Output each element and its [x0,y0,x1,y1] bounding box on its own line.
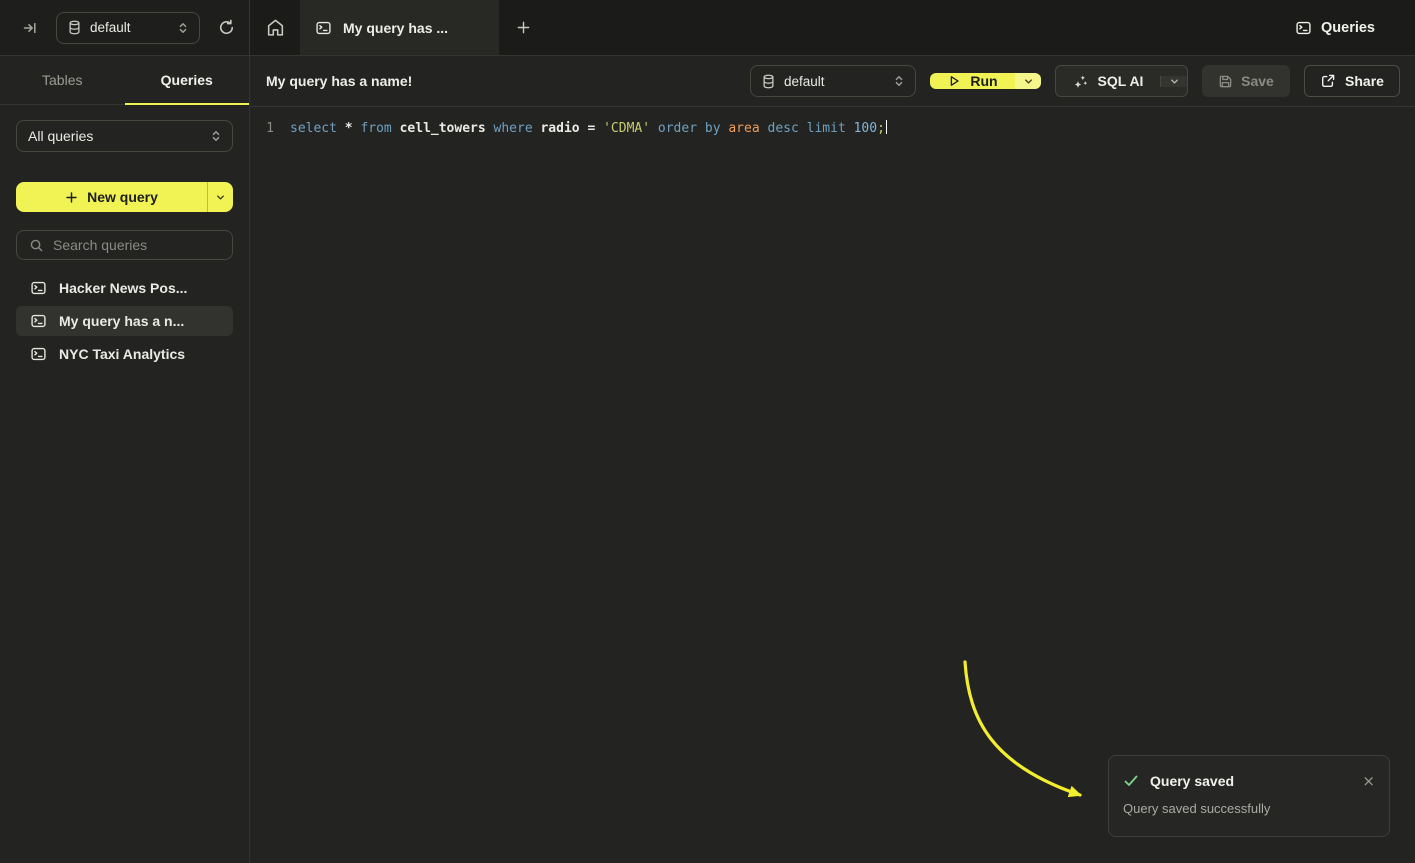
terminal-icon [1295,20,1312,36]
line-number: 1 [266,120,274,137]
save-icon [1218,74,1233,89]
sidebar-tabs: Tables Queries [0,56,249,105]
terminal-icon [30,346,47,362]
page-title: My query has a name! [266,73,412,89]
sidebar-tab-tables[interactable]: Tables [0,56,125,104]
unfold-chevron-icon [210,129,222,143]
top-bar: default [0,0,1415,56]
save-label: Save [1241,73,1274,89]
toolbar-database-select[interactable]: default [750,65,916,97]
sql-editor[interactable]: 1 select * from cell_towers where radio … [250,107,1415,137]
toast-close-button[interactable]: × [1362,774,1375,789]
share-label: Share [1345,73,1384,89]
code-content: select * from cell_towers where radio = … [290,120,887,137]
database-icon [68,20,81,35]
run-label: Run [970,73,997,89]
terminal-icon [30,313,47,329]
home-button[interactable] [250,0,300,55]
search-icon [29,238,44,253]
check-icon [1123,774,1139,788]
query-list-item[interactable]: NYC Taxi Analytics [16,339,233,369]
text-cursor [886,120,888,134]
sidebar: Tables Queries All queries New query [0,56,250,863]
sql-ai-button[interactable]: SQL AI [1055,65,1188,97]
search-queries-box [16,230,233,260]
database-icon [762,74,775,89]
query-item-label: NYC Taxi Analytics [59,346,185,362]
main-panel: My query has a name! default [250,56,1415,863]
toolbar-database-value: default [784,74,825,89]
sparkles-icon [1073,74,1089,89]
unfold-chevron-icon [893,74,905,88]
toolbar: default Run [750,65,1400,97]
query-filter-value: All queries [28,128,93,144]
refresh-icon[interactable] [218,19,235,36]
save-button[interactable]: Save [1202,65,1290,97]
queries-panel-label: Queries [1321,20,1375,36]
new-query-button[interactable]: New query [16,182,233,212]
run-button[interactable]: Run [930,73,1041,89]
new-query-dropdown-button[interactable] [207,182,233,212]
search-queries-input[interactable] [53,237,234,253]
tab-label: My query has ... [343,20,448,36]
sql-ai-label: SQL AI [1098,73,1144,89]
play-icon [947,74,961,88]
code-line: 1 select * from cell_towers where radio … [266,120,1415,137]
queries-panel-toggle[interactable]: Queries [1295,0,1415,55]
unfold-chevron-icon [177,21,189,35]
new-tab-button[interactable] [499,0,547,55]
toast-title: Query saved [1150,773,1234,789]
query-item-label: My query has a n... [59,313,184,329]
query-tab[interactable]: My query has ... [300,0,499,55]
sql-ai-dropdown-button[interactable] [1160,76,1187,87]
run-dropdown-button[interactable] [1015,73,1041,89]
plus-icon [65,191,78,204]
database-select-value: default [90,20,131,35]
query-list-item[interactable]: Hacker News Pos... [16,273,233,303]
main-header: My query has a name! default [250,56,1415,107]
new-query-label: New query [87,189,158,205]
toast-query-saved: Query saved × Query saved successfully [1108,755,1390,837]
collapse-sidebar-icon[interactable] [22,20,38,36]
query-list-item[interactable]: My query has a n... [16,306,233,336]
tab-strip: My query has ... Queries [250,0,1415,55]
sidebar-tab-queries[interactable]: Queries [125,56,250,104]
share-button[interactable]: Share [1304,65,1400,97]
query-list: Hacker News Pos... My query has a n... NYC… [0,273,249,369]
database-select[interactable]: default [56,12,200,44]
share-icon [1320,73,1336,89]
terminal-icon [30,280,47,296]
terminal-icon [315,20,332,36]
query-item-label: Hacker News Pos... [59,280,187,296]
query-filter-select[interactable]: All queries [16,120,233,152]
top-bar-left: default [0,0,250,55]
toast-message: Query saved successfully [1123,801,1375,816]
